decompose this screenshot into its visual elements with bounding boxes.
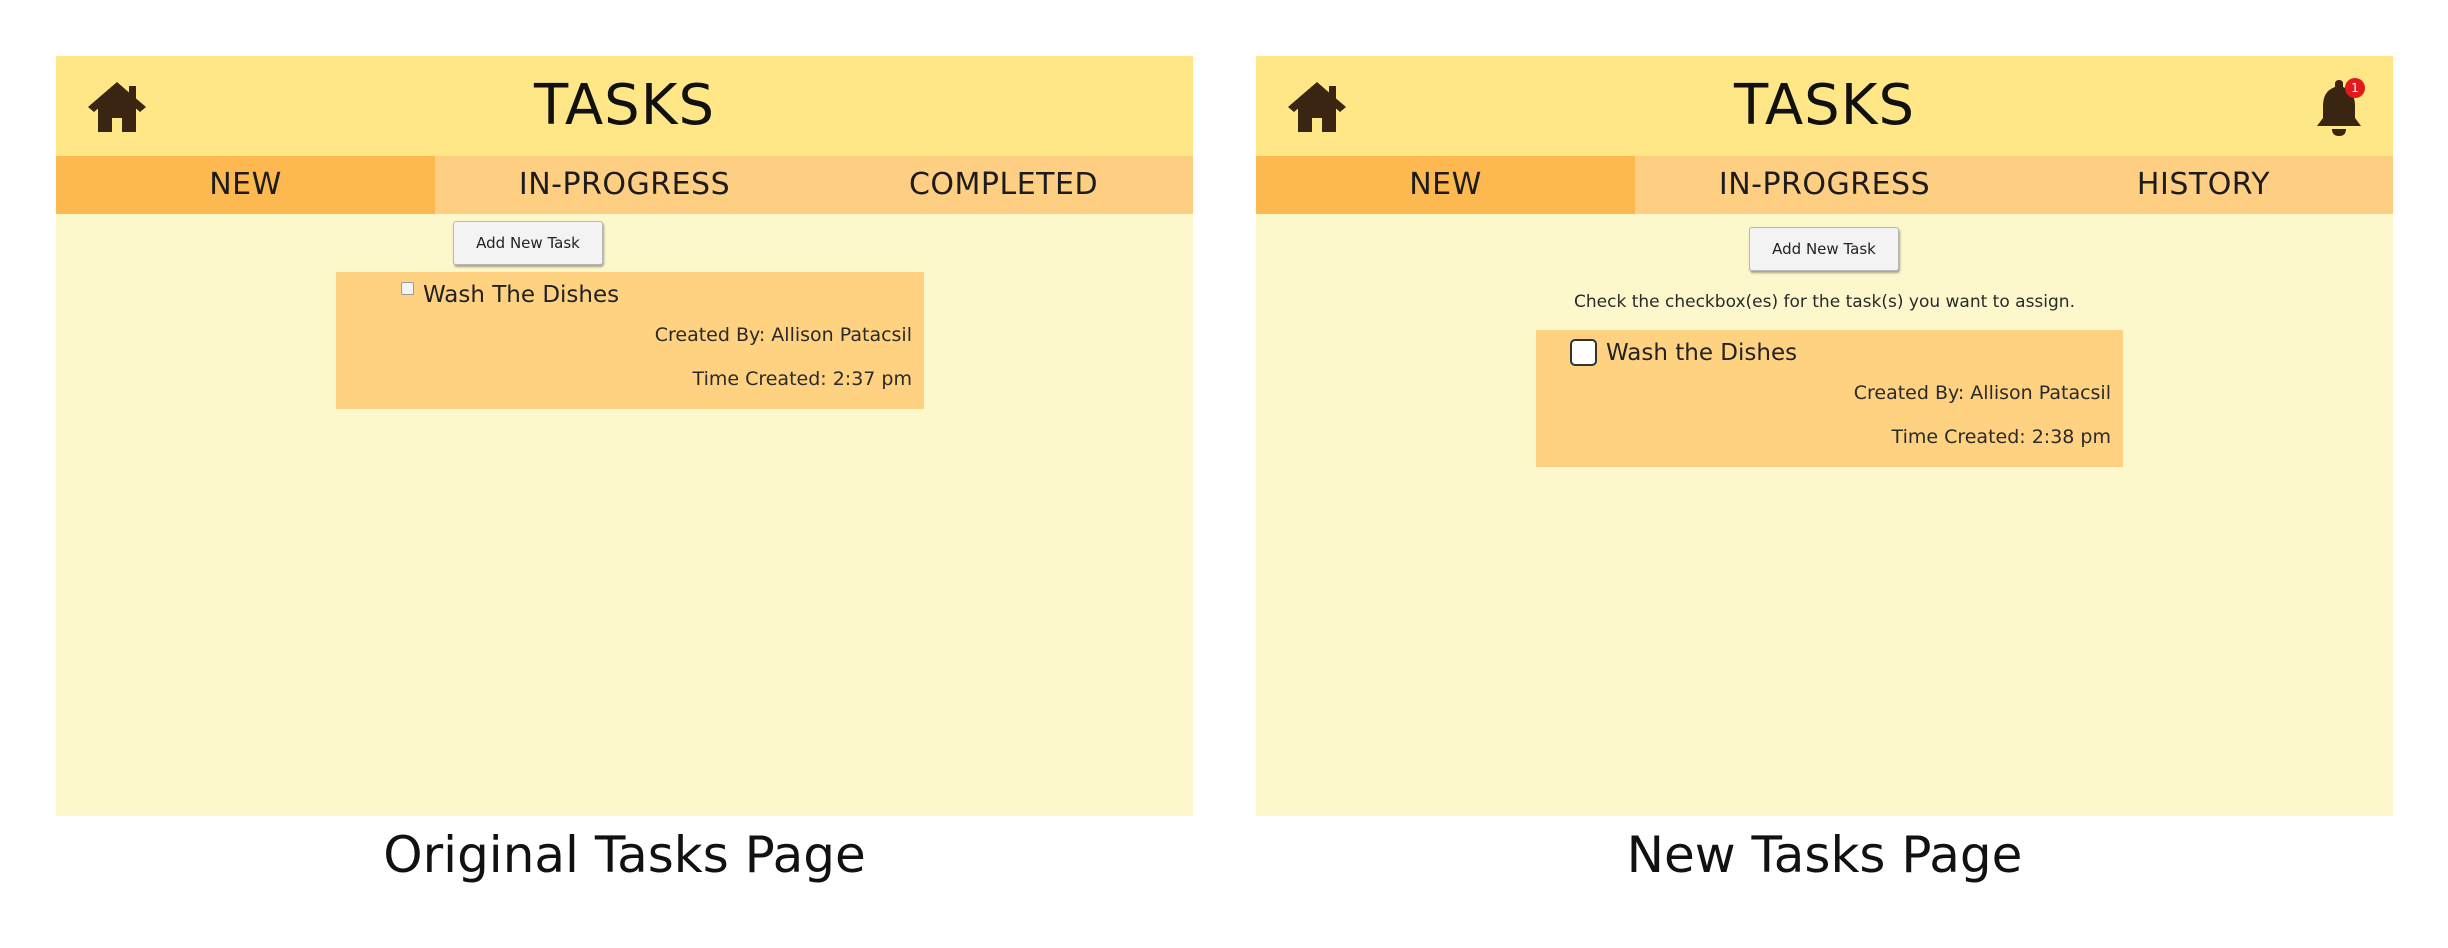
tab-bar: NEW IN-PROGRESS HISTORY	[1256, 156, 2393, 214]
assign-instructions: Check the checkbox(es) for the task(s) y…	[1574, 292, 2075, 312]
header: TASKS	[56, 56, 1193, 156]
task-created-by: Created By: Allison Patacsil	[1853, 382, 2111, 404]
notification-badge: 1	[2345, 78, 2365, 98]
add-new-task-button[interactable]: Add New Task	[453, 221, 603, 265]
notifications-button[interactable]: 1	[2309, 78, 2369, 140]
tab-in-progress[interactable]: IN-PROGRESS	[1635, 156, 2014, 214]
tab-in-progress[interactable]: IN-PROGRESS	[435, 156, 814, 214]
task-name: Wash the Dishes	[1606, 340, 1798, 366]
task-created-by: Created By: Allison Patacsil	[654, 324, 912, 346]
header: TASKS 1	[1256, 56, 2393, 156]
task-name: Wash The Dishes	[423, 282, 620, 308]
original-page-caption: Original Tasks Page	[383, 826, 866, 884]
task-card: Wash The Dishes Created By: Allison Pata…	[336, 272, 924, 409]
page-title: TASKS	[534, 73, 715, 138]
tab-history[interactable]: HISTORY	[2014, 156, 2393, 214]
task-card: Wash the Dishes Created By: Allison Pata…	[1536, 330, 2123, 467]
tab-new[interactable]: NEW	[1256, 156, 1635, 214]
add-new-task-button[interactable]: Add New Task	[1749, 227, 1899, 271]
task-time-created: Time Created: 2:38 pm	[1891, 426, 2111, 448]
tab-bar: NEW IN-PROGRESS COMPLETED	[56, 156, 1193, 214]
new-tasks-page: TASKS 1 NEW IN-PROGRESS HISTORY Add New …	[1256, 56, 2393, 816]
task-checkbox[interactable]	[1570, 339, 1597, 366]
new-page-caption: New Tasks Page	[1626, 826, 2023, 884]
tab-new[interactable]: NEW	[56, 156, 435, 214]
page-title: TASKS	[1734, 73, 1915, 138]
task-checkbox[interactable]	[401, 282, 414, 295]
tab-completed[interactable]: COMPLETED	[814, 156, 1193, 214]
original-tasks-page: TASKS NEW IN-PROGRESS COMPLETED Add New …	[56, 56, 1193, 816]
task-time-created: Time Created: 2:37 pm	[692, 368, 912, 390]
